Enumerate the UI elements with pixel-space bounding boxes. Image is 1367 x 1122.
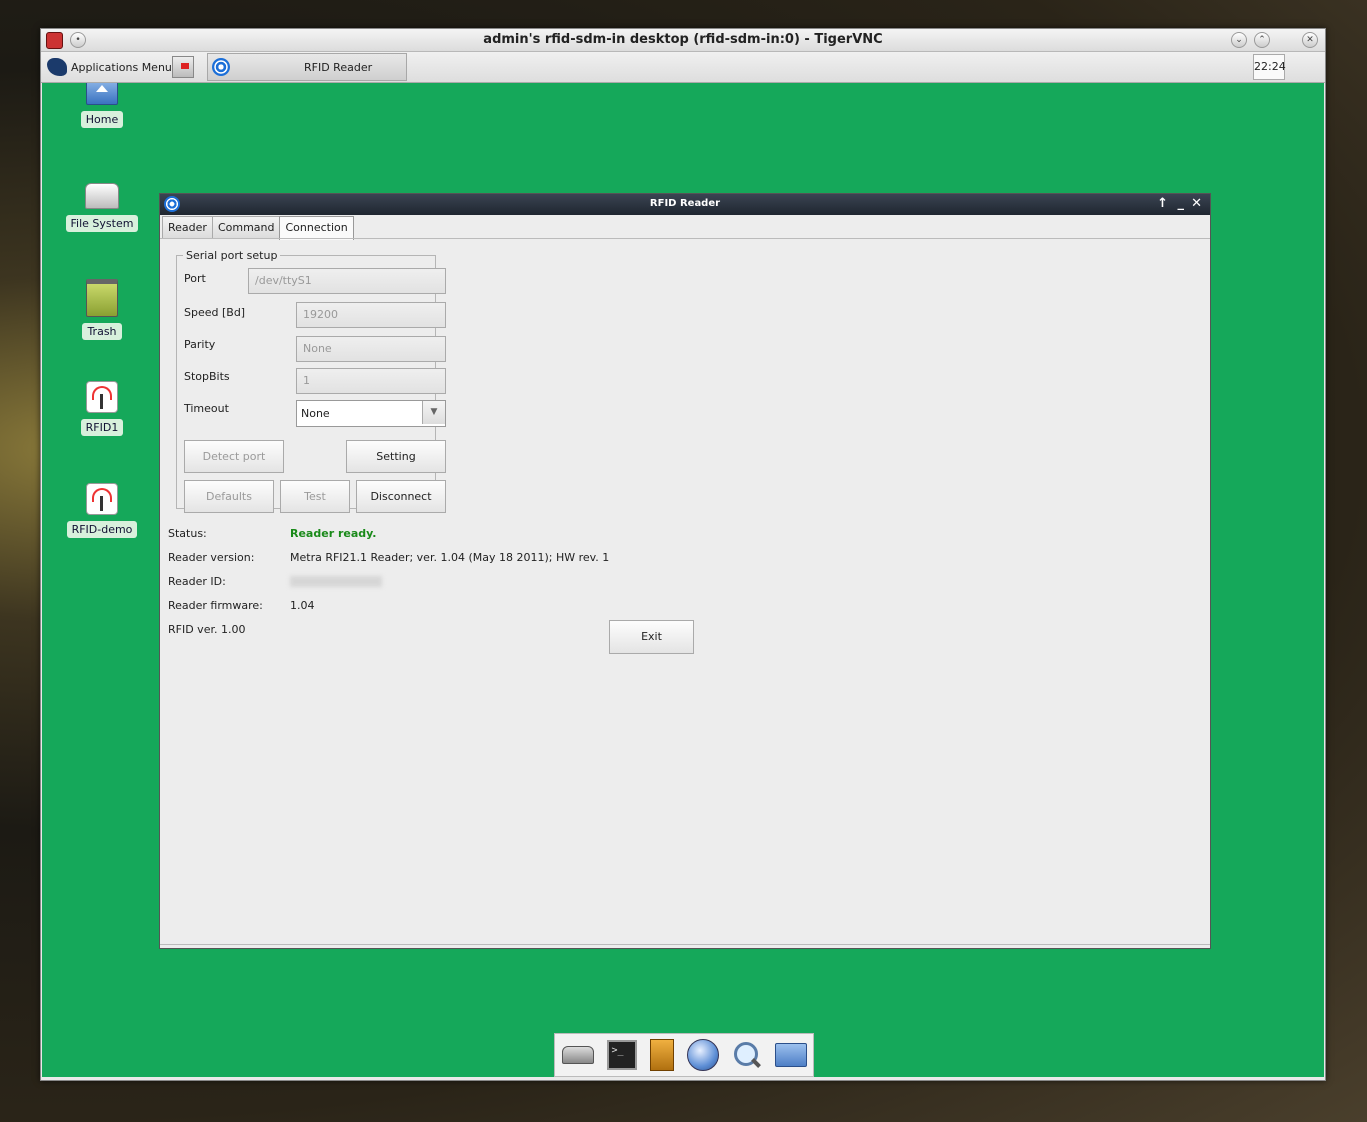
terminal-icon[interactable]: >_	[606, 1040, 637, 1070]
timeout-selected-value: None	[301, 407, 330, 420]
desktop-icon-label: Home	[80, 111, 124, 128]
dock: >_	[554, 1033, 814, 1077]
parity-label: Parity	[184, 338, 216, 351]
applications-menu-button[interactable]: Applications Menu	[47, 57, 172, 77]
close-icon[interactable]: ✕	[1302, 32, 1318, 48]
status-label: Status:	[168, 527, 207, 540]
group-legend: Serial port setup	[186, 249, 278, 262]
taskbar-item-label: RFID Reader	[304, 60, 373, 74]
applications-menu-label: Applications Menu	[71, 60, 172, 74]
vnc-titlebar[interactable]: • admin's rfid-sdm-in desktop (rfid-sdm-…	[41, 29, 1325, 52]
drive-icon	[85, 183, 119, 209]
reader-id-label: Reader ID:	[168, 575, 226, 588]
desktop-icon-rfid1[interactable]: RFID1	[62, 381, 142, 436]
speed-label: Speed [Bd]	[184, 306, 246, 319]
minimize-icon[interactable]: ⌄	[1231, 32, 1247, 48]
detect-port-button[interactable]: Detect port	[184, 440, 284, 473]
desktop-icon-home[interactable]: Home	[62, 83, 142, 128]
app-title: RFID Reader	[649, 198, 721, 209]
desktop-icon-trash[interactable]: Trash	[62, 279, 142, 340]
reader-firmware-value: 1.04	[290, 599, 315, 612]
taskbar-item-rfid-reader[interactable]: RFID Reader	[207, 53, 407, 81]
trash-icon	[86, 279, 118, 317]
close-icon[interactable]: ✕	[1191, 196, 1202, 211]
minimize-icon[interactable]: _	[1178, 196, 1185, 211]
desktop-icon-label: File System	[65, 215, 139, 232]
tab-command[interactable]: Command	[211, 216, 281, 238]
maximize-icon[interactable]: ⌃	[1254, 32, 1270, 48]
stopbits-label: StopBits	[184, 370, 230, 383]
stopbits-field: 1	[296, 368, 446, 394]
tab-connection[interactable]: Connection	[279, 216, 354, 240]
search-icon[interactable]	[732, 1040, 762, 1070]
setting-button[interactable]: Setting	[346, 440, 446, 473]
xfce-mouse-icon	[47, 58, 67, 76]
rfid-reader-window: RFID Reader ↑ _ ✕ Reader Command Connect…	[159, 193, 1211, 949]
disconnect-button[interactable]: Disconnect	[356, 480, 446, 513]
speed-field: 19200	[296, 302, 446, 328]
rfid-app-icon	[212, 58, 230, 76]
tab-bar: Reader Command Connection	[162, 216, 354, 240]
desktop[interactable]: Home File System Trash RFID1 RFID-demo R…	[42, 83, 1324, 1077]
status-value: Reader ready.	[290, 527, 377, 540]
vnc-title: admin's rfid-sdm-in desktop (rfid-sdm-in…	[483, 32, 883, 47]
timeout-label: Timeout	[184, 402, 229, 415]
top-panel: Applications Menu RFID Reader 22:24	[41, 52, 1325, 83]
clock[interactable]: 22:24	[1253, 54, 1286, 80]
desktop-icon-label: RFID1	[80, 419, 124, 436]
rfid-version: RFID ver. 1.00	[168, 623, 246, 636]
antenna-icon	[86, 483, 118, 515]
defaults-button[interactable]: Defaults	[184, 480, 274, 513]
chevron-down-icon[interactable]: ▼	[422, 401, 445, 424]
file-cabinet-icon[interactable]	[649, 1039, 674, 1071]
reader-firmware-label: Reader firmware:	[168, 599, 263, 612]
antenna-icon	[86, 381, 118, 413]
globe-icon[interactable]	[686, 1039, 719, 1071]
desktop-icon-file-system[interactable]: File System	[62, 179, 142, 232]
port-field: /dev/ttyS1	[248, 268, 446, 294]
desktop-icon-rfid-demo[interactable]: RFID-demo	[62, 483, 142, 538]
port-label: Port	[184, 272, 206, 285]
desktop-icon-label: Trash	[82, 323, 122, 340]
tab-reader[interactable]: Reader	[162, 216, 213, 238]
reader-version-label: Reader version:	[168, 551, 255, 564]
logout-icon[interactable]	[172, 56, 194, 78]
status-bar	[160, 944, 1210, 946]
test-button[interactable]: Test	[280, 480, 350, 513]
vnc-window: • admin's rfid-sdm-in desktop (rfid-sdm-…	[40, 28, 1326, 1081]
reader-version-value: Metra RFI21.1 Reader; ver. 1.04 (May 18 …	[290, 551, 610, 564]
drive-icon[interactable]	[561, 1046, 594, 1064]
folder-icon[interactable]	[774, 1043, 807, 1067]
tab-divider	[160, 238, 1210, 239]
app-titlebar[interactable]: RFID Reader ↑ _ ✕	[160, 194, 1210, 215]
home-icon	[86, 83, 118, 105]
exit-button[interactable]: Exit	[609, 620, 694, 654]
reader-id-redacted	[290, 576, 382, 587]
timeout-select[interactable]: None ▼	[296, 400, 446, 427]
shade-up-icon[interactable]: ↑	[1157, 196, 1168, 211]
parity-field: None	[296, 336, 446, 362]
desktop-icon-label: RFID-demo	[66, 521, 138, 538]
